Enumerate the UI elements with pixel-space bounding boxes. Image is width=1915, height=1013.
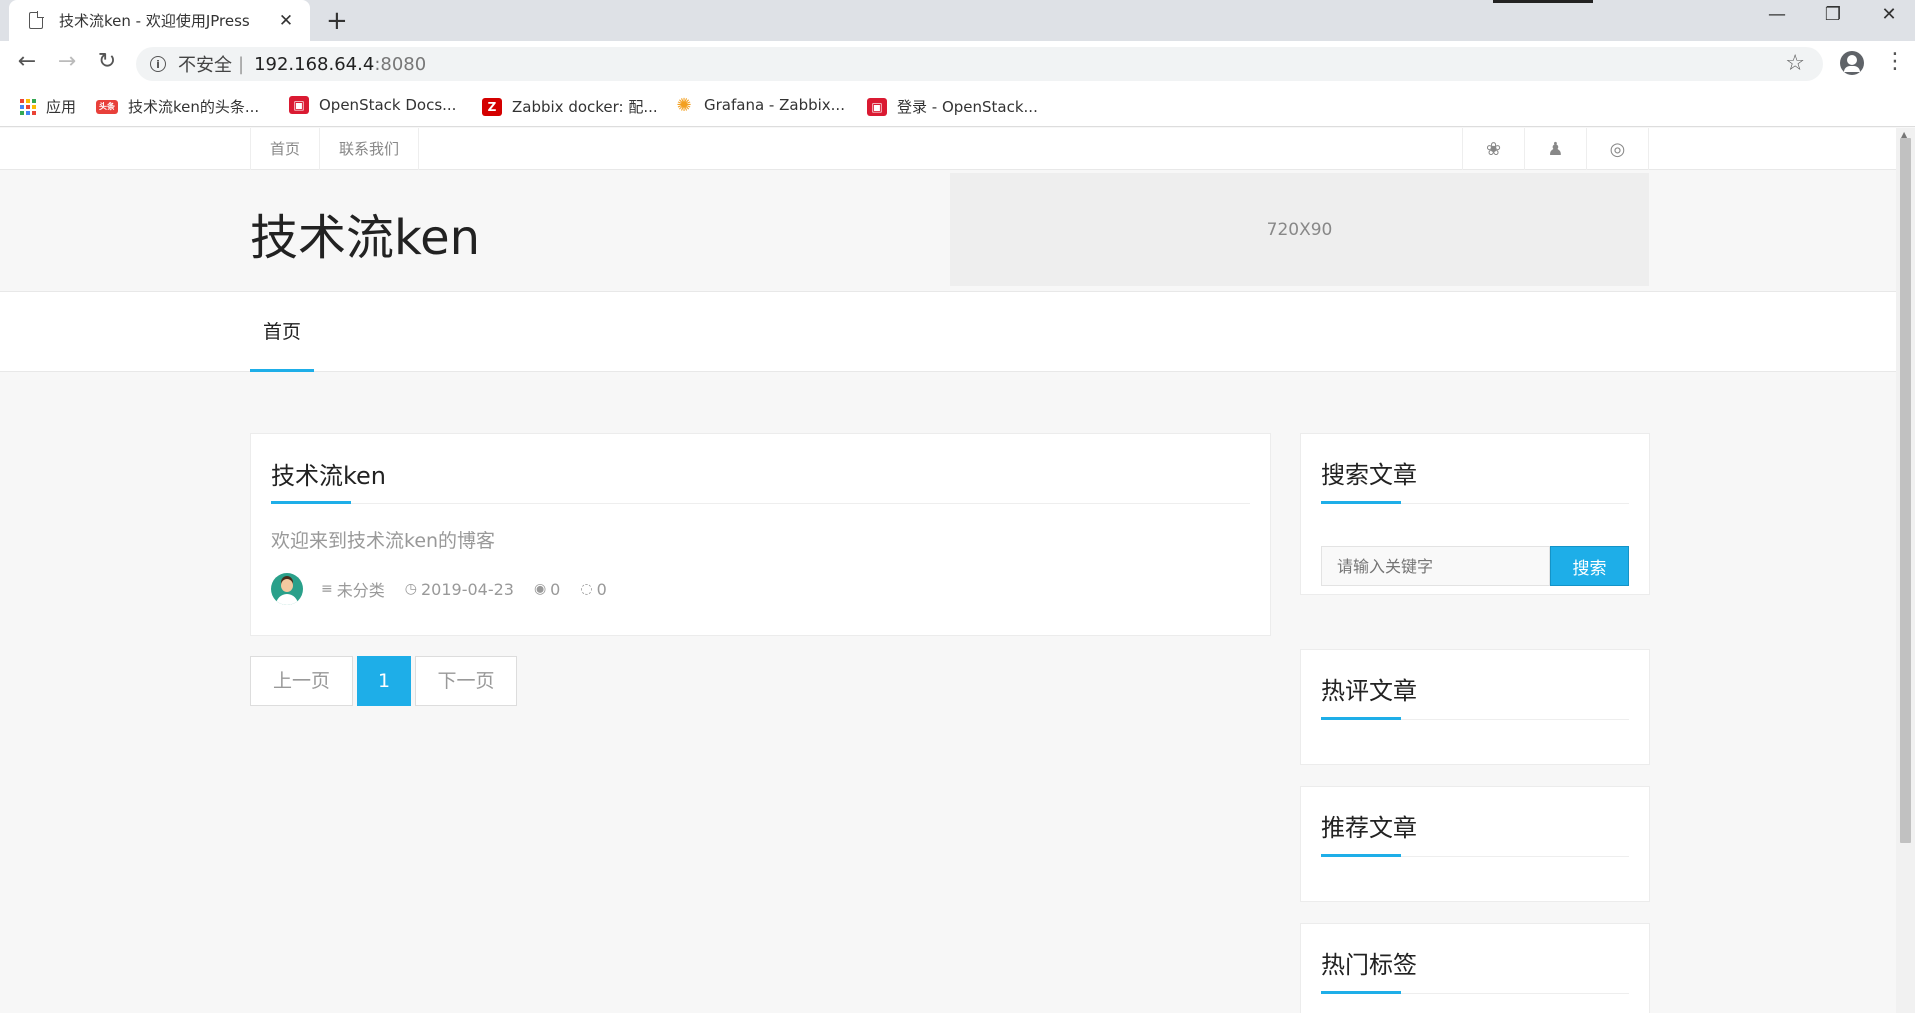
account-icon[interactable] xyxy=(1840,51,1864,75)
page-icon xyxy=(29,11,44,29)
top-nav: 首页 联系我们 xyxy=(250,128,420,170)
bookmark-label: 应用 xyxy=(46,98,77,116)
page-1-button[interactable]: 1 xyxy=(357,656,411,706)
minimize-button[interactable]: — xyxy=(1759,4,1795,25)
widget-title: 推荐文章 xyxy=(1321,808,1629,857)
window-indicator xyxy=(1493,0,1593,3)
comments-count: 0 xyxy=(596,579,607,599)
search-button[interactable]: 搜索 xyxy=(1550,546,1629,586)
apps-grid-dot xyxy=(26,98,30,103)
bookmark-openstack-docs[interactable]: ▣ OpenStack Docs... xyxy=(289,96,456,114)
apps-grid-dot xyxy=(32,104,36,109)
openstack-icon: ▣ xyxy=(867,97,887,116)
post-category[interactable]: ≡ 未分类 xyxy=(321,577,385,601)
scrollbar-thumb[interactable] xyxy=(1900,138,1911,843)
views-count: 0 xyxy=(550,579,561,599)
widget-title: 热评文章 xyxy=(1321,671,1629,720)
bookmark-label: OpenStack Docs... xyxy=(319,96,457,114)
address-bar[interactable]: i 不安全 | 192.168.64.4 :8080 ☆ xyxy=(136,47,1823,81)
bookmark-label: 登录 - OpenStack... xyxy=(897,98,1038,116)
web-page: 首页 联系我们 ❀ ♟ ◎ 技术流ken 720X90 首页 技术流ken 欢迎… xyxy=(0,128,1896,1013)
hot-comments-widget: 热评文章 xyxy=(1300,649,1650,765)
topnav-home-link[interactable]: 首页 xyxy=(251,128,321,170)
date-label: 2019-04-23 xyxy=(420,579,514,599)
apps-grid-dot xyxy=(32,110,36,115)
mainnav-home-tab[interactable]: 首页 xyxy=(250,292,314,372)
wechat-icon[interactable]: ❀ xyxy=(1463,128,1525,170)
recommended-widget: 推荐文章 xyxy=(1300,786,1650,902)
main-nav: 首页 xyxy=(0,292,1896,372)
apps-grid-icon xyxy=(20,98,36,115)
bookmarks-bar: 应用 头条 技术流ken的头条... ▣ OpenStack Docs... Z… xyxy=(0,87,1915,127)
url-port: :8080 xyxy=(374,53,427,75)
apps-grid-dot xyxy=(32,98,36,103)
social-links: ❀ ♟ ◎ xyxy=(1462,128,1649,170)
post-card: 技术流ken 欢迎来到技术流ken的博客 ≡ 未分类 ◷ 2019-04-23 … xyxy=(250,433,1271,636)
avatar[interactable] xyxy=(271,573,303,605)
url-host: 192.168.64.4 xyxy=(254,53,375,75)
bookmark-label: Zabbix docker: 配... xyxy=(512,98,658,116)
bookmark-openstack-login[interactable]: ▣ 登录 - OpenStack... xyxy=(867,96,1038,117)
clock-icon: ◷ xyxy=(404,581,417,597)
post-views: ◉ 0 xyxy=(534,580,560,599)
comment-icon: ◌ xyxy=(580,581,593,597)
reload-button[interactable]: ↻ xyxy=(92,49,122,74)
post-excerpt: 欢迎来到技术流ken的博客 xyxy=(271,530,496,552)
tab-title: 技术流ken - 欢迎使用JPress xyxy=(59,12,250,30)
list-icon: ≡ xyxy=(321,581,333,597)
widget-title: 搜索文章 xyxy=(1321,455,1629,504)
openstack-icon: ▣ xyxy=(289,96,309,114)
bookmark-grafana[interactable]: ✺ Grafana - Zabbix... xyxy=(674,94,845,116)
browser-toolbar: ← → ↻ i 不安全 | 192.168.64.4 :8080 ☆ ⋮ xyxy=(0,41,1915,87)
next-page-button[interactable]: 下一页 xyxy=(415,656,517,706)
browser-tab[interactable]: 技术流ken - 欢迎使用JPress ✕ xyxy=(9,0,310,41)
category-label: 未分类 xyxy=(336,581,385,600)
security-label: 不安全 xyxy=(178,55,232,76)
new-tab-button[interactable]: + xyxy=(326,6,348,36)
post-comments: ◌ 0 xyxy=(580,580,606,599)
eye-icon: ◉ xyxy=(533,581,547,597)
url-separator: | xyxy=(238,53,245,75)
maximize-button[interactable]: ❐ xyxy=(1815,4,1851,25)
back-button[interactable]: ← xyxy=(12,49,42,74)
zabbix-icon: Z xyxy=(482,97,502,116)
bookmark-star-icon[interactable]: ☆ xyxy=(1785,51,1805,76)
qq-icon[interactable]: ♟ xyxy=(1525,128,1587,170)
apps-grid-dot xyxy=(26,110,30,115)
browser-tab-bar: 技术流ken - 欢迎使用JPress ✕ + — ❐ ✕ xyxy=(0,0,1915,41)
search-row: 搜索 xyxy=(1321,546,1629,586)
page-scrollbar[interactable]: ▲ xyxy=(1896,128,1915,1013)
bookmark-zabbix-docker[interactable]: Z Zabbix docker: 配... xyxy=(482,96,658,117)
info-icon[interactable]: i xyxy=(150,56,166,72)
bookmark-label: Grafana - Zabbix... xyxy=(704,96,845,114)
pagination: 上一页 1 下一页 xyxy=(250,656,521,706)
post-meta: ≡ 未分类 ◷ 2019-04-23 ◉ 0 ◌ 0 xyxy=(271,573,1250,605)
grafana-icon: ✺ xyxy=(676,94,692,116)
ad-placeholder: 720X90 xyxy=(950,173,1649,286)
forward-button[interactable]: → xyxy=(52,49,82,74)
close-window-button[interactable]: ✕ xyxy=(1871,4,1907,25)
top-bar: 首页 联系我们 ❀ ♟ ◎ xyxy=(0,128,1896,170)
browser-menu-icon[interactable]: ⋮ xyxy=(1884,49,1906,74)
search-widget: 搜索文章 搜索 xyxy=(1300,433,1650,595)
post-date: ◷ 2019-04-23 xyxy=(405,580,514,599)
tab-close-icon[interactable]: ✕ xyxy=(276,11,296,31)
hot-tags-widget: 热门标签 xyxy=(1300,923,1650,1013)
widget-title: 热门标签 xyxy=(1321,945,1629,994)
weibo-icon[interactable]: ◎ xyxy=(1587,128,1649,170)
bookmark-label: 技术流ken的头条... xyxy=(128,98,260,116)
apps-grid-dot xyxy=(20,104,24,109)
bookmark-toutiao[interactable]: 头条 技术流ken的头条... xyxy=(96,96,259,117)
site-title[interactable]: 技术流ken xyxy=(250,198,480,268)
prev-page-button[interactable]: 上一页 xyxy=(250,656,353,706)
apps-grid-dot xyxy=(20,98,24,103)
apps-grid-dot xyxy=(26,104,30,109)
topnav-contact-link[interactable]: 联系我们 xyxy=(320,128,420,170)
toutiao-icon: 头条 xyxy=(96,99,118,114)
bookmark-apps[interactable]: 应用 xyxy=(20,96,76,117)
site-header: 技术流ken 720X90 xyxy=(0,170,1896,292)
post-title[interactable]: 技术流ken xyxy=(271,456,1250,504)
apps-grid-dot xyxy=(20,110,24,115)
search-input[interactable] xyxy=(1321,546,1550,586)
